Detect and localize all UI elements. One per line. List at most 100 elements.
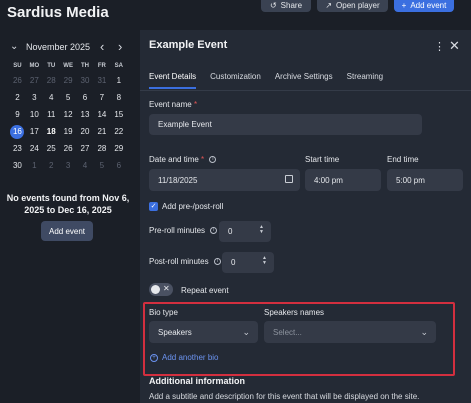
tab-streaming[interactable]: Streaming bbox=[347, 72, 383, 89]
next-month-button[interactable]: › bbox=[118, 40, 122, 54]
calendar-day[interactable]: 6 bbox=[110, 157, 127, 174]
calendar-month-label[interactable]: November 2025 bbox=[26, 42, 90, 52]
calendar-day[interactable]: 5 bbox=[93, 157, 110, 174]
app-title: Sardius Media bbox=[7, 4, 109, 21]
calendar-day[interactable]: 6 bbox=[77, 89, 94, 106]
calendar-day[interactable]: 27 bbox=[77, 140, 94, 157]
calendar-day[interactable]: 30 bbox=[9, 157, 26, 174]
calendar-day[interactable]: 28 bbox=[93, 140, 110, 157]
start-time-input[interactable]: 4:00 pm bbox=[305, 169, 381, 191]
close-icon: ✕ bbox=[163, 284, 170, 293]
chevron-down-icon[interactable]: ⌄ bbox=[10, 41, 18, 52]
toggle-knob bbox=[151, 285, 160, 294]
info-icon[interactable]: i bbox=[210, 227, 218, 235]
calendar-day-number: 4 bbox=[82, 161, 88, 170]
calendar-day[interactable]: 4 bbox=[77, 157, 94, 174]
calendar-icon[interactable] bbox=[285, 175, 293, 183]
add-event-button[interactable]: Add event bbox=[41, 221, 93, 241]
pre-roll-stepper[interactable]: 0 ▲ ▼ bbox=[219, 221, 271, 242]
calendar-day[interactable]: 27 bbox=[26, 72, 43, 89]
calendar-day[interactable]: 15 bbox=[110, 106, 127, 123]
plus-circle-icon: + bbox=[150, 353, 158, 362]
add-event-top-button[interactable]: + Add event bbox=[394, 0, 454, 12]
close-icon[interactable]: ✕ bbox=[449, 38, 460, 54]
calendar-day[interactable]: 18 bbox=[43, 123, 60, 140]
calendar-day[interactable]: 30 bbox=[77, 72, 94, 89]
end-time-input[interactable]: 5:00 pm bbox=[387, 169, 463, 191]
calendar-day-number: 28 bbox=[97, 144, 107, 153]
pre-post-roll-checkbox[interactable]: ✓ bbox=[149, 202, 158, 211]
calendar-day[interactable]: 29 bbox=[60, 72, 77, 89]
calendar-day[interactable]: 26 bbox=[9, 72, 26, 89]
calendar-day[interactable]: 9 bbox=[9, 106, 26, 123]
calendar-day[interactable]: 25 bbox=[43, 140, 60, 157]
calendar-day[interactable]: 5 bbox=[60, 89, 77, 106]
tab-archive-settings[interactable]: Archive Settings bbox=[275, 72, 333, 89]
weekday-label: TU bbox=[47, 63, 56, 69]
calendar-day[interactable]: 8 bbox=[110, 89, 127, 106]
calendar-day[interactable]: 23 bbox=[9, 140, 26, 157]
calendar-day[interactable]: 19 bbox=[60, 123, 77, 140]
calendar-day[interactable]: 22 bbox=[110, 123, 127, 140]
calendar-day[interactable]: 14 bbox=[93, 106, 110, 123]
date-time-label-text: Date and time bbox=[149, 155, 199, 164]
info-icon[interactable]: i bbox=[209, 156, 217, 164]
post-roll-label-text: Post-roll minutes bbox=[149, 257, 209, 266]
post-roll-stepper[interactable]: 0 ▲ ▼ bbox=[222, 252, 274, 273]
calendar-day-number: 13 bbox=[80, 110, 90, 119]
share-button[interactable]: ↺ Share bbox=[261, 0, 311, 12]
tab-customization[interactable]: Customization bbox=[210, 72, 261, 89]
add-another-bio-link[interactable]: + Add another bio bbox=[150, 353, 219, 362]
calendar-day-number: 23 bbox=[12, 144, 22, 153]
calendar-day[interactable]: 10 bbox=[26, 106, 43, 123]
calendar-day[interactable]: 28 bbox=[43, 72, 60, 89]
stepper-arrows-icon[interactable]: ▲ ▼ bbox=[259, 225, 264, 235]
event-name-input[interactable]: Example Event bbox=[149, 114, 422, 135]
tab-event-details[interactable]: Event Details bbox=[149, 72, 197, 89]
calendar-day[interactable]: 1 bbox=[110, 72, 127, 89]
calendar-day[interactable]: 3 bbox=[60, 157, 77, 174]
add-event-top-label: Add event bbox=[410, 0, 447, 10]
calendar-day[interactable]: 13 bbox=[77, 106, 94, 123]
calendar-day-number: 19 bbox=[63, 127, 73, 136]
calendar-day[interactable]: 11 bbox=[43, 106, 60, 123]
calendar-day-number: 22 bbox=[114, 127, 124, 136]
add-another-bio-label: Add another bio bbox=[162, 353, 219, 362]
calendar-day[interactable]: 20 bbox=[77, 123, 94, 140]
panel-title: Example Event bbox=[149, 39, 228, 51]
stepper-arrows-icon[interactable]: ▲ ▼ bbox=[262, 256, 267, 266]
share-label: Share bbox=[280, 0, 303, 10]
more-options-icon[interactable]: ⋮ bbox=[434, 40, 445, 53]
repeat-event-toggle[interactable]: ✕ bbox=[149, 283, 173, 296]
bio-type-select[interactable]: Speakers ⌄ bbox=[149, 321, 258, 343]
calendar-day[interactable]: 29 bbox=[110, 140, 127, 157]
calendar-day[interactable]: 21 bbox=[93, 123, 110, 140]
calendar-day[interactable]: 4 bbox=[43, 89, 60, 106]
calendar-day[interactable]: 3 bbox=[26, 89, 43, 106]
calendar-day[interactable]: 7 bbox=[93, 89, 110, 106]
date-input[interactable]: 11/18/2025 bbox=[149, 169, 300, 191]
calendar-day[interactable]: 26 bbox=[60, 140, 77, 157]
event-name-label: Event name * bbox=[149, 100, 197, 109]
previous-month-button[interactable]: ‹ bbox=[100, 40, 104, 54]
calendar-day[interactable]: 17 bbox=[26, 123, 43, 140]
speakers-names-select[interactable]: Select... ⌄ bbox=[264, 321, 436, 343]
bio-type-value: Speakers bbox=[158, 327, 192, 337]
open-player-button[interactable]: ↗ Open player bbox=[317, 0, 388, 12]
calendar-day[interactable]: 31 bbox=[93, 72, 110, 89]
info-icon[interactable]: i bbox=[213, 258, 221, 266]
calendar-day-selected[interactable]: 16 bbox=[9, 123, 26, 140]
calendar-day-number: 18 bbox=[46, 127, 56, 136]
calendar-day-number: 1 bbox=[116, 76, 122, 85]
calendar-day[interactable]: 2 bbox=[43, 157, 60, 174]
calendar-day-number: 30 bbox=[80, 76, 90, 85]
calendar-day-number: 12 bbox=[63, 110, 73, 119]
speakers-names-label: Speakers names bbox=[264, 308, 325, 317]
calendar-day[interactable]: 24 bbox=[26, 140, 43, 157]
calendar-day[interactable]: 12 bbox=[60, 106, 77, 123]
calendar-day[interactable]: 2 bbox=[9, 89, 26, 106]
pre-post-roll-label: Add pre-/post-roll bbox=[162, 202, 224, 211]
calendar-day-number: 4 bbox=[49, 93, 54, 102]
additional-info-description: Add a subtitle and description for this … bbox=[149, 392, 420, 401]
calendar-day[interactable]: 1 bbox=[26, 157, 43, 174]
